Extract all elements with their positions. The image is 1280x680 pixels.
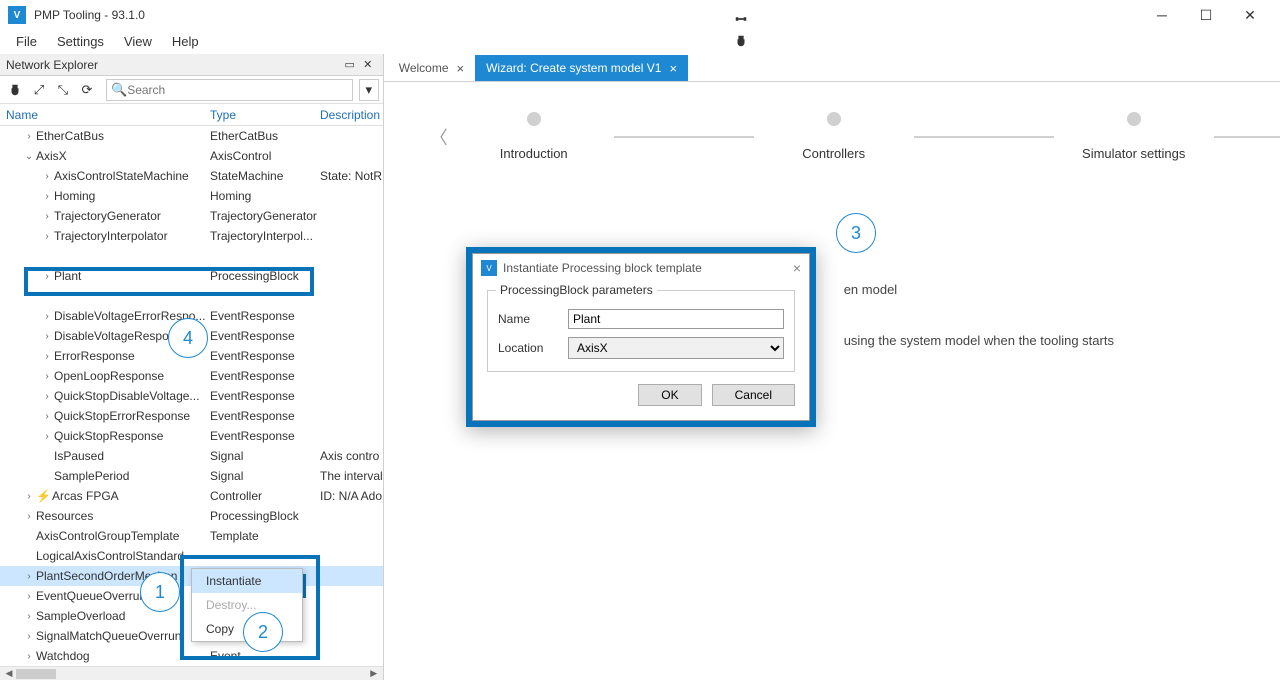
menu-file[interactable]: File xyxy=(6,32,47,51)
dialog-icon: V xyxy=(481,260,497,276)
tree-row[interactable]: ›ResourcesProcessingBlock xyxy=(0,506,383,526)
callout-2: 2 xyxy=(243,612,283,652)
name-label: Name xyxy=(498,312,568,326)
panel-close-button[interactable]: ✕ xyxy=(359,56,377,74)
tree-row[interactable]: ›OpenLoopResponseEventResponse xyxy=(0,366,383,386)
cancel-button[interactable]: Cancel xyxy=(712,384,795,406)
tree-row[interactable]: ›HomingHoming xyxy=(0,186,383,206)
tree-row[interactable]: ›WatchdogEvent xyxy=(0,646,383,666)
menu-help[interactable]: Help xyxy=(162,32,209,51)
tree-row[interactable]: LogicalAxisControlStandard xyxy=(0,546,383,566)
step-simulator: Simulator settings xyxy=(1082,146,1185,161)
collapse-tool-icon[interactable]: ⤡ xyxy=(52,79,74,101)
wizard-text-1: en model xyxy=(844,282,1114,297)
column-header: Name Type Description xyxy=(0,104,383,126)
editor-tabs: Welcome × Wizard: Create system model V1… xyxy=(384,54,1280,82)
ctx-destroy[interactable]: Destroy... xyxy=(192,593,302,617)
dialog-close-icon[interactable]: × xyxy=(793,260,801,276)
step-intro: Introduction xyxy=(500,146,568,161)
location-label: Location xyxy=(498,341,568,355)
callout-1: 1 xyxy=(140,572,180,612)
tree-row[interactable]: ›TrajectoryInterpolatorTrajectoryInterpo… xyxy=(0,226,383,246)
tree-row[interactable]: ›TrajectoryGeneratorTrajectoryGenerator xyxy=(0,206,383,226)
tree-row[interactable]: ›QuickStopResponseEventResponse xyxy=(0,426,383,446)
col-name[interactable]: Name xyxy=(0,108,210,122)
expand-tool-icon[interactable]: ⤢ xyxy=(28,79,50,101)
wizard-prev-icon[interactable]: 〈 xyxy=(424,122,454,152)
step-controllers: Controllers xyxy=(802,146,865,161)
search-input[interactable] xyxy=(127,83,348,97)
tree-row[interactable]: ›QuickStopDisableVoltage...EventResponse xyxy=(0,386,383,406)
tree-row[interactable]: SamplePeriodSignalThe interval xyxy=(0,466,383,486)
instantiate-dialog: V Instantiate Processing block template … xyxy=(466,247,816,427)
ctx-instantiate[interactable]: Instantiate xyxy=(192,569,302,593)
tree-row[interactable]: ›EtherCatBusEtherCatBus xyxy=(0,126,383,146)
tree-row[interactable]: AxisControlGroupTemplateTemplate xyxy=(0,526,383,546)
ok-button[interactable]: OK xyxy=(638,384,701,406)
location-select[interactable]: AxisX xyxy=(568,337,784,359)
search-box[interactable]: 🔍 xyxy=(106,79,353,101)
scroll-left-icon[interactable]: ◀ xyxy=(2,668,16,680)
tab-wizard[interactable]: Wizard: Create system model V1 × xyxy=(475,55,688,81)
panel-title: Network Explorer xyxy=(6,58,341,72)
tree-row[interactable]: IsPausedSignalAxis contro xyxy=(0,446,383,466)
horizontal-scrollbar[interactable]: ◀ ▶ xyxy=(0,666,383,680)
menu-settings[interactable]: Settings xyxy=(47,32,114,51)
tree-row[interactable]: ›PlantProcessingBlock xyxy=(0,266,383,286)
connection-icon xyxy=(734,12,748,26)
menu-view[interactable]: View xyxy=(114,32,162,51)
tab-welcome[interactable]: Welcome × xyxy=(388,55,475,81)
refresh-tool-icon[interactable]: ⟳ xyxy=(76,79,98,101)
tree-row[interactable]: ›AxisControlStateMachineStateMachineStat… xyxy=(0,166,383,186)
col-desc[interactable]: Description xyxy=(320,108,383,122)
name-input[interactable] xyxy=(568,309,784,329)
plug-tool-icon[interactable] xyxy=(4,79,26,101)
tree-row[interactable]: ⌄AxisXAxisControl xyxy=(0,146,383,166)
menu-bar: File Settings View Help localhost xyxy=(0,30,1280,54)
callout-4: 4 xyxy=(168,318,208,358)
app-icon: V xyxy=(8,6,26,24)
dialog-title: Instantiate Processing block template xyxy=(503,261,793,275)
wizard-text-2: using the system model when the tooling … xyxy=(844,333,1114,348)
tab-close-icon[interactable]: × xyxy=(457,61,465,76)
col-type[interactable]: Type xyxy=(210,108,320,122)
dialog-legend: ProcessingBlock parameters xyxy=(496,283,657,297)
tab-close-icon[interactable]: × xyxy=(669,61,677,76)
scroll-right-icon[interactable]: ▶ xyxy=(367,668,381,680)
search-options-button[interactable]: ▾ xyxy=(359,79,379,101)
callout-3: 3 xyxy=(836,213,876,253)
search-icon: 🔍 xyxy=(111,82,127,98)
plug-icon xyxy=(734,34,748,48)
tree-row[interactable]: ›QuickStopErrorResponseEventResponse xyxy=(0,406,383,426)
panel-float-button[interactable]: ▭ xyxy=(341,56,359,74)
tree-row[interactable]: ›⚡Arcas FPGAControllerID: N/A Ado xyxy=(0,486,383,506)
tree-row[interactable] xyxy=(0,246,383,266)
tree-row[interactable] xyxy=(0,286,383,306)
scroll-thumb[interactable] xyxy=(16,669,56,679)
